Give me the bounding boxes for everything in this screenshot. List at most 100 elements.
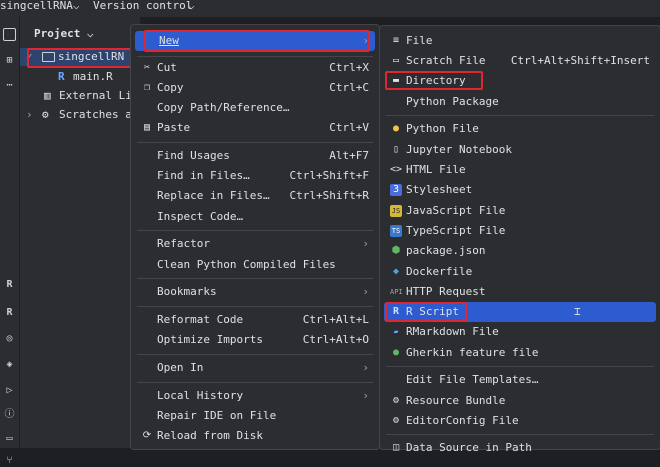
- submenu-item-http-request[interactable]: API HTTP Request: [384, 282, 656, 302]
- tool-window-stripe: ⊞ ⋯ R R ◎ ◈ ▷ ⓘ ▭ ⑂: [0, 17, 20, 466]
- version-control-menu[interactable]: Version control: [93, 0, 192, 12]
- menu-item-find-in-files[interactable]: Find in Files… Ctrl+Shift+F: [135, 166, 375, 186]
- more-icon[interactable]: ⋯: [3, 79, 16, 92]
- submenu-item-typescript-file[interactable]: TS TypeScript File: [384, 221, 656, 241]
- menu-item-copy[interactable]: ❐ Copy Ctrl+C: [135, 78, 375, 98]
- menu-item-refactor[interactable]: Refactor ›: [135, 234, 375, 254]
- gherkin-icon: ●: [392, 347, 400, 358]
- version-control-chevron-icon[interactable]: ⌵: [188, 0, 195, 12]
- r-tools-icon[interactable]: R: [3, 306, 16, 319]
- submenu-item-editorconfig-file[interactable]: ⚙ EditorConfig File: [384, 411, 656, 431]
- docker-icon: ◆: [392, 266, 400, 277]
- submenu-item-jupyter-notebook[interactable]: ▯ Jupyter Notebook: [384, 140, 656, 160]
- submenu-item-stylesheet[interactable]: 3 Stylesheet: [384, 180, 656, 200]
- submenu-item-data-source-in-path[interactable]: ◫ Data Source in Path: [384, 438, 656, 458]
- api-icon: API: [390, 288, 403, 296]
- rmarkdown-icon: ▰: [393, 327, 399, 336]
- menu-separator: [386, 366, 654, 367]
- structure-icon[interactable]: ⊞: [3, 54, 16, 67]
- expand-chevron-icon[interactable]: ✓: [26, 48, 33, 66]
- submenu-item-rmarkdown-file[interactable]: ▰ RMarkdown File: [384, 322, 656, 342]
- jupyter-icon: ▯: [392, 144, 400, 155]
- menu-item-inspect-code[interactable]: Inspect Code…: [135, 207, 375, 227]
- scratch-file-icon: ▭: [392, 55, 400, 66]
- package-json-icon: ⬢: [391, 245, 401, 256]
- submenu-item-scratch-file[interactable]: ▭ Scratch File Ctrl+Alt+Shift+Insert: [384, 51, 656, 71]
- javascript-icon: JS: [390, 205, 402, 217]
- menu-separator: [386, 434, 654, 435]
- submenu-item-resource-bundle[interactable]: ⚙ Resource Bundle: [384, 391, 656, 411]
- project-panel-title[interactable]: Project ⌵: [34, 27, 94, 40]
- submenu-item-file[interactable]: ≡ File: [384, 31, 656, 51]
- submenu-item-javascript-file[interactable]: JS JavaScript File: [384, 201, 656, 221]
- menu-item-find-usages[interactable]: Find Usages Alt+F7: [135, 146, 375, 166]
- layers-icon[interactable]: ◈: [3, 358, 16, 371]
- tree-item-label: Scratches a: [59, 108, 132, 121]
- menu-item-reformat-code[interactable]: Reformat Code Ctrl+Alt+L: [135, 310, 375, 330]
- run-icon[interactable]: ▷: [3, 384, 16, 397]
- menu-item-cut[interactable]: ✂ Cut Ctrl+X: [135, 58, 375, 78]
- menu-separator: [137, 278, 373, 279]
- chevron-right-icon: ›: [362, 237, 369, 250]
- expand-chevron-icon[interactable]: ›: [26, 106, 33, 124]
- menu-item-paste[interactable]: ▤ Paste Ctrl+V: [135, 118, 375, 138]
- file-icon: ≡: [392, 35, 400, 46]
- chevron-right-icon: ›: [362, 285, 369, 298]
- submenu-item-dockerfile[interactable]: ◆ Dockerfile: [384, 262, 656, 282]
- submenu-item-python-file[interactable]: ● Python File: [384, 119, 656, 139]
- project-chevron-icon[interactable]: ⌵: [73, 0, 80, 12]
- submenu-item-r-script[interactable]: RR Script ⌶: [384, 302, 656, 322]
- reload-icon: ⟳: [142, 430, 152, 441]
- context-menu: New › ✂ Cut Ctrl+X ❐ Copy Ctrl+C Copy Path/Re…: [130, 24, 380, 450]
- menu-item-repair-ide[interactable]: Repair IDE on File: [135, 406, 375, 426]
- problems-icon[interactable]: ⓘ: [3, 408, 16, 421]
- folder-icon: [42, 52, 55, 62]
- menu-item-new[interactable]: New ›: [135, 31, 375, 51]
- scratches-icon: ⚙: [42, 108, 49, 121]
- database-icon: ◫: [392, 442, 400, 453]
- r-console-icon[interactable]: R: [3, 278, 16, 291]
- project-panel-chevron-icon[interactable]: ⌵: [87, 27, 94, 40]
- gear-icon: ⚙: [392, 395, 400, 406]
- title-bar: singcellRNA ⌵ Version control ⌵: [0, 0, 660, 17]
- menu-item-local-history[interactable]: Local History ›: [135, 386, 375, 406]
- tree-item-label: External Li: [59, 89, 132, 102]
- menu-item-optimize-imports[interactable]: Optimize Imports Ctrl+Alt+O: [135, 330, 375, 350]
- folder-icon[interactable]: [3, 28, 16, 41]
- tree-item-label: main.R: [73, 70, 113, 83]
- menu-item-copy-path[interactable]: Copy Path/Reference…: [135, 98, 375, 118]
- terminal-icon[interactable]: ▭: [3, 432, 16, 445]
- menu-separator: [137, 142, 373, 143]
- python-console-icon[interactable]: ◎: [3, 332, 16, 345]
- submenu-item-gherkin-feature-file[interactable]: ● Gherkin feature file: [384, 343, 656, 363]
- menu-item-open-in[interactable]: Open In ›: [135, 358, 375, 378]
- menu-separator: [137, 56, 373, 57]
- menu-separator: [137, 382, 373, 383]
- tree-item-label: singcellRN: [58, 50, 125, 63]
- css-icon: 3: [390, 184, 402, 196]
- paste-icon: ▤: [143, 122, 151, 133]
- folder-icon: ▬: [392, 75, 400, 86]
- submenu-item-html-file[interactable]: <> HTML File: [384, 160, 656, 180]
- menu-item-replace-in-files[interactable]: Replace in Files… Ctrl+Shift+R: [135, 186, 375, 206]
- menu-item-reload-from-disk[interactable]: ⟳ Reload from Disk: [135, 426, 375, 446]
- menu-item-clean-python[interactable]: Clean Python Compiled Files: [135, 255, 375, 275]
- tree-item-root[interactable]: ✓ singcellRN: [20, 48, 132, 66]
- submenu-item-package-json[interactable]: ⬢ package.json: [384, 241, 656, 261]
- chevron-right-icon: ›: [362, 361, 369, 374]
- submenu-item-python-package[interactable]: Python Package: [384, 92, 656, 112]
- r-icon: R: [392, 306, 400, 317]
- menu-item-bookmarks[interactable]: Bookmarks ›: [135, 282, 375, 302]
- git-icon[interactable]: ⑂: [3, 454, 16, 467]
- typescript-icon: TS: [390, 225, 402, 237]
- library-icon: ▥: [44, 89, 51, 102]
- submenu-item-directory[interactable]: ▬ Directory: [384, 71, 656, 91]
- copy-icon: ❐: [143, 82, 151, 93]
- submenu-item-edit-file-templates[interactable]: Edit File Templates…: [384, 370, 656, 390]
- python-icon: ●: [392, 123, 400, 134]
- r-file-icon: R: [58, 70, 65, 83]
- project-name[interactable]: singcellRNA: [0, 0, 73, 12]
- menu-separator: [137, 354, 373, 355]
- menu-separator: [137, 230, 373, 231]
- html-icon: <>: [390, 164, 403, 175]
